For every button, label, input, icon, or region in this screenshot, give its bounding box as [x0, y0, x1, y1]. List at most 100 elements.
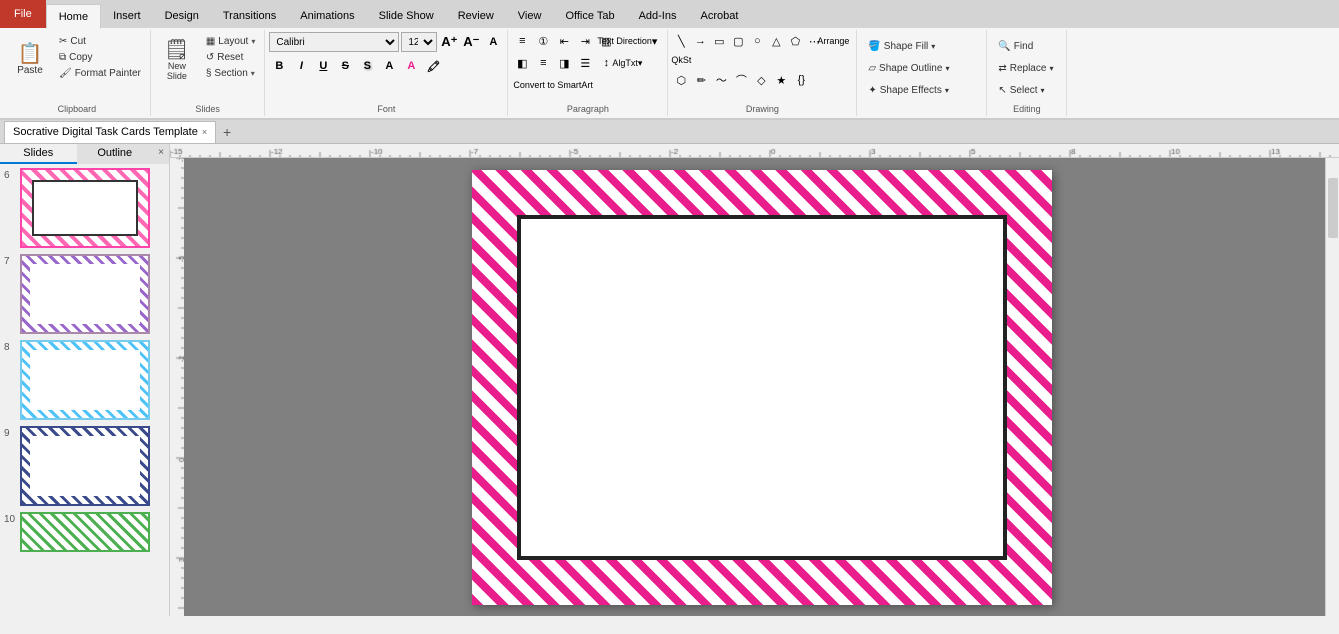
tab-acrobat[interactable]: Acrobat: [688, 4, 750, 28]
new-tab-button[interactable]: +: [216, 121, 238, 143]
scroll-track-v[interactable]: [1325, 158, 1339, 616]
paste-icon: 📋: [18, 44, 43, 64]
shape-rounded-rect[interactable]: ▢: [729, 32, 747, 50]
shape-connector[interactable]: ⌒: [732, 71, 750, 89]
font-family-select[interactable]: Calibri: [269, 32, 399, 52]
slide-thumb-7[interactable]: [20, 254, 150, 334]
text-highlight-button[interactable]: 🖍: [423, 56, 443, 76]
align-right-button[interactable]: ◨: [554, 54, 574, 72]
slide-item-7[interactable]: 7: [4, 254, 165, 334]
strikethrough-button[interactable]: S: [335, 56, 355, 76]
shape-outline-button[interactable]: ▱ Shape Outline ▾: [861, 58, 956, 78]
increase-font-button[interactable]: A⁺: [439, 32, 459, 52]
slide-item-10[interactable]: 10: [4, 512, 165, 552]
clear-format-button[interactable]: A: [483, 32, 503, 52]
shape-triangle[interactable]: △: [767, 32, 785, 50]
decrease-indent-button[interactable]: ⇤: [554, 32, 574, 50]
copy-button[interactable]: ⧉ Copy: [54, 50, 146, 65]
tab-file[interactable]: File: [0, 0, 46, 28]
slide-thumb-8[interactable]: [20, 340, 150, 420]
slide-thumb-6[interactable]: [20, 168, 150, 248]
shadow-button[interactable]: S: [357, 56, 377, 76]
new-slide-button[interactable]: 🗒 NewSlide: [155, 32, 199, 88]
tab-view[interactable]: View: [506, 4, 554, 28]
layout-arrow: ▾: [251, 37, 255, 46]
char-spacing-button[interactable]: A: [379, 56, 399, 76]
layout-button[interactable]: ▦ Layout ▾: [201, 34, 261, 49]
slide-thumb-10[interactable]: [20, 512, 150, 552]
decrease-font-button[interactable]: A⁻: [461, 32, 481, 52]
copy-icon: ⧉: [59, 52, 66, 63]
section-icon: §: [206, 68, 212, 79]
font-label: Font: [269, 104, 503, 114]
underline-button[interactable]: U: [313, 56, 333, 76]
slide-item-6[interactable]: 6: [4, 168, 165, 248]
shape-effects-button[interactable]: ✦ Shape Effects ▾: [861, 80, 956, 100]
text-direction-button[interactable]: Text Direction▾: [617, 32, 637, 50]
main-slide[interactable]: [472, 170, 1052, 605]
slide-thumb-9[interactable]: [20, 426, 150, 506]
find-button[interactable]: 🔍 Find: [991, 36, 1040, 56]
font-group: Calibri 12 A⁺ A⁻ A B I U S S A A 🖍 Font: [265, 30, 508, 116]
cut-button[interactable]: ✂ Cut: [54, 34, 146, 49]
arrange-button[interactable]: Arrange: [824, 32, 842, 50]
justify-button[interactable]: ☰: [575, 54, 595, 72]
slide-7-bg: [22, 256, 148, 332]
shape-curve[interactable]: 〜: [712, 71, 730, 89]
slide-item-8[interactable]: 8: [4, 340, 165, 420]
shape-star[interactable]: ★: [772, 71, 790, 89]
numbering-button[interactable]: ①: [533, 32, 553, 50]
shape-brace[interactable]: {}: [792, 71, 810, 89]
tab-design[interactable]: Design: [153, 4, 211, 28]
section-button[interactable]: § Section ▾: [201, 66, 261, 81]
paste-button[interactable]: 📋 Paste: [8, 32, 52, 88]
tab-addins[interactable]: Add-Ins: [627, 4, 689, 28]
tab-outline[interactable]: Outline: [77, 144, 154, 164]
shape-rect[interactable]: ▭: [710, 32, 728, 50]
shape-fill-icon: 🪣: [868, 41, 880, 52]
align-text-button[interactable]: AlgTxt▾: [617, 54, 637, 72]
align-center-button[interactable]: ≡: [533, 54, 553, 72]
replace-button[interactable]: ⇄ Replace ▾: [991, 58, 1060, 78]
tab-home[interactable]: Home: [46, 4, 101, 29]
tab-animations[interactable]: Animations: [288, 4, 366, 28]
bold-button[interactable]: B: [269, 56, 289, 76]
align-left-button[interactable]: ◧: [512, 54, 532, 72]
slide-num-6: 6: [4, 168, 16, 181]
shape-line[interactable]: ╲: [672, 32, 690, 50]
shape-oval[interactable]: ○: [748, 32, 766, 50]
tab-slideshow[interactable]: Slide Show: [367, 4, 446, 28]
font-size-select[interactable]: 12: [401, 32, 437, 52]
shape-pentagon[interactable]: ⬠: [786, 32, 804, 50]
reset-button[interactable]: ↺ Reset: [201, 50, 261, 65]
slide-item-9[interactable]: 9: [4, 426, 165, 506]
format-painter-button[interactable]: 🖌 Format Painter: [54, 66, 146, 81]
replace-icon: ⇄: [998, 63, 1006, 74]
slide-10-bg: [22, 514, 148, 552]
shape-pen[interactable]: ✏: [692, 71, 710, 89]
shape-fill-more[interactable]: ⬡: [672, 71, 690, 89]
slide-num-8: 8: [4, 340, 16, 353]
slide-inner-content[interactable]: [517, 215, 1007, 560]
shape-fill-button[interactable]: 🪣 Shape Fill ▾: [861, 36, 942, 56]
italic-button[interactable]: I: [291, 56, 311, 76]
tab-review[interactable]: Review: [446, 4, 506, 28]
document-tab[interactable]: Socrative Digital Task Cards Template ×: [4, 121, 216, 143]
slide-panel-close[interactable]: ×: [153, 144, 169, 160]
tab-insert[interactable]: Insert: [101, 4, 153, 28]
select-button[interactable]: ↖ Select ▾: [991, 80, 1051, 100]
font-color-button[interactable]: A: [401, 56, 421, 76]
increase-indent-button[interactable]: ⇥: [575, 32, 595, 50]
quick-styles-button[interactable]: QkSt: [672, 51, 690, 69]
bullets-button[interactable]: ≡: [512, 32, 532, 50]
drawing-group: ╲ → ▭ ▢ ○ △ ⬠ ⋯ Arrange QkSt ⬡ ✏ 〜 ⌒ ◇ ★…: [668, 30, 857, 116]
tab-slides[interactable]: Slides: [0, 144, 77, 164]
convert-smartart-button[interactable]: Convert to SmartArt: [512, 76, 594, 94]
scroll-thumb-v[interactable]: [1328, 178, 1338, 238]
tab-transitions[interactable]: Transitions: [211, 4, 288, 28]
shape-diamond[interactable]: ◇: [752, 71, 770, 89]
tab-officetab[interactable]: Office Tab: [553, 4, 626, 28]
doc-tab-close-button[interactable]: ×: [202, 127, 207, 137]
shape-arrow-right[interactable]: →: [691, 32, 709, 50]
drawing-label: Drawing: [672, 104, 852, 114]
